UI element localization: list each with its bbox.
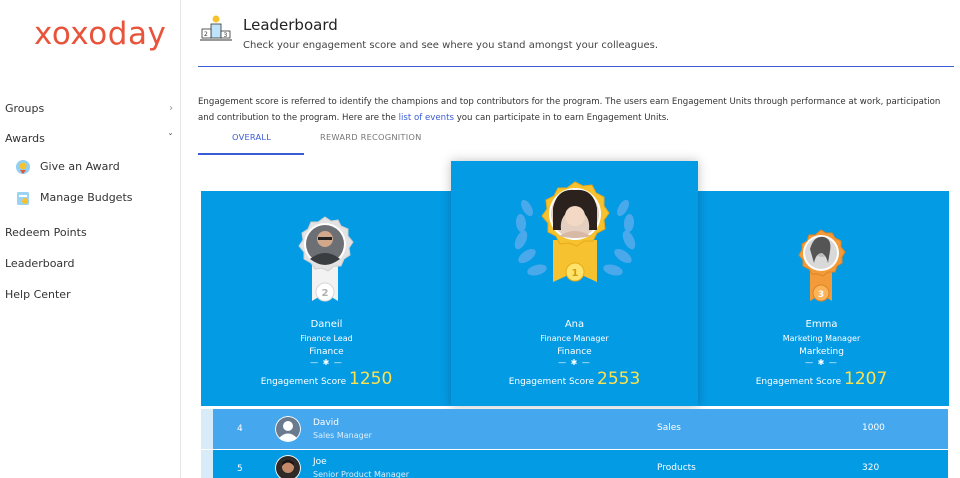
row-rank: 5 <box>237 464 243 474</box>
podium-entry-1[interactable]: Ana Finance Manager Finance — ✱ — Engage… <box>451 319 698 389</box>
svg-text:3: 3 <box>224 32 228 39</box>
row-rank: 4 <box>237 424 243 434</box>
table-row[interactable]: 4 David Sales Manager Sales 1000 <box>201 409 948 449</box>
sidebar-item-manage-budgets[interactable]: Manage Budgets <box>14 187 174 209</box>
chevron-right-icon: › <box>169 103 173 114</box>
sidebar-item-help-center[interactable]: Help Center <box>5 286 175 304</box>
row-name: David <box>313 418 339 428</box>
rank-number: 2 <box>322 288 329 299</box>
sidebar-item-label: Redeem Points <box>5 226 87 239</box>
award-medal-icon <box>14 158 32 176</box>
sidebar-item-label: Leaderboard <box>5 257 75 270</box>
table-row[interactable]: 5 Joe Senior Product Manager Products 32… <box>201 450 948 478</box>
rank-number: 1 <box>572 268 579 279</box>
rank-band <box>201 409 213 449</box>
row-department: Products <box>657 463 696 473</box>
winner-role: Finance Manager <box>540 334 609 343</box>
winner-department: Finance <box>557 347 592 357</box>
page-title: Leaderboard <box>243 16 338 34</box>
sidebar-item-groups[interactable]: Groups › <box>5 100 175 118</box>
engagement-score: 1207 <box>844 369 888 389</box>
sidebar-item-label: Manage Budgets <box>40 191 133 204</box>
svg-text:2: 2 <box>204 31 208 38</box>
sidebar-item-redeem-points[interactable]: Redeem Points <box>5 224 175 242</box>
sidebar-item-label: Help Center <box>5 288 71 301</box>
winner-separator: — ✱ — <box>805 358 838 367</box>
winner-score-line: Engagement Score 1207 <box>698 369 945 389</box>
sidebar-item-label: Awards <box>5 132 45 145</box>
avatar <box>275 416 301 442</box>
description-text-end: you can participate in to earn Engagemen… <box>453 113 669 123</box>
header-divider <box>198 66 954 67</box>
app-root: xoxoday Groups › Awards ˇ Give an Award … <box>0 0 960 478</box>
avatar <box>275 455 301 478</box>
score-label: Engagement Score <box>508 377 595 387</box>
sidebar-item-leaderboard[interactable]: Leaderboard <box>5 255 175 273</box>
row-role: Sales Manager <box>313 431 372 440</box>
winner-name: Daneil <box>310 319 343 330</box>
sidebar-item-label: Give an Award <box>40 160 120 173</box>
winner-department: Finance <box>309 347 344 357</box>
tab-overall[interactable]: OVERALL <box>232 132 271 142</box>
winner-separator: — ✱ — <box>558 358 591 367</box>
podium-icon: 2 3 <box>200 14 232 42</box>
rank-band <box>201 450 213 478</box>
winner-name: Emma <box>805 319 838 330</box>
winner-score-line: Engagement Score 1250 <box>203 369 450 389</box>
row-score: 1000 <box>862 423 885 433</box>
podium-entry-2[interactable]: Daneil Finance Lead Finance — ✱ — Engage… <box>203 319 450 389</box>
tab-reward-recognition[interactable]: REWARD RECOGNITION <box>320 132 422 142</box>
winner-role: Finance Lead <box>300 334 353 343</box>
gold-badge-icon: 1 <box>511 178 639 288</box>
winner-role: Marketing Manager <box>782 334 861 343</box>
winner-department: Marketing <box>799 347 844 357</box>
active-tab-indicator <box>198 153 304 155</box>
xoxoday-logo[interactable]: xoxoday <box>34 16 166 52</box>
silver-badge-icon: 2 <box>292 213 358 303</box>
podium-entry-3[interactable]: Emma Marketing Manager Marketing — ✱ — E… <box>698 319 945 389</box>
sidebar: xoxoday Groups › Awards ˇ Give an Award … <box>0 0 181 478</box>
list-of-events-link[interactable]: list of events <box>399 113 454 123</box>
score-label: Engagement Score <box>260 377 347 387</box>
leaderboard-description: Engagement score is referred to identify… <box>198 94 948 126</box>
row-role: Senior Product Manager <box>313 470 410 478</box>
engagement-score: 1250 <box>349 369 393 389</box>
engagement-score: 2553 <box>597 369 641 389</box>
chevron-down-icon: ˇ <box>168 133 173 144</box>
row-department: Sales <box>657 423 681 433</box>
winner-score-line: Engagement Score 2553 <box>451 369 698 389</box>
sidebar-item-label: Groups <box>5 102 45 115</box>
score-label: Engagement Score <box>755 377 842 387</box>
bronze-badge-icon: 3 <box>792 227 850 303</box>
sidebar-item-awards[interactable]: Awards ˇ <box>5 130 175 148</box>
sidebar-item-give-award[interactable]: Give an Award <box>14 156 174 178</box>
winner-separator: — ✱ — <box>310 358 343 367</box>
row-score: 320 <box>862 463 880 473</box>
page-subtitle: Check your engagement score and see wher… <box>243 40 659 51</box>
winner-name: Ana <box>564 319 585 330</box>
row-name: Joe <box>313 457 327 467</box>
budget-icon <box>14 189 32 207</box>
rank-number: 3 <box>818 290 824 300</box>
